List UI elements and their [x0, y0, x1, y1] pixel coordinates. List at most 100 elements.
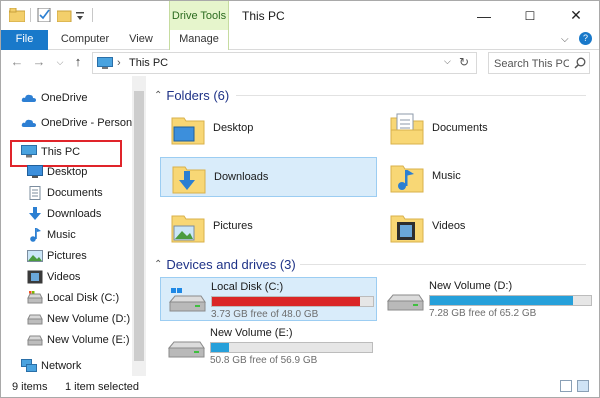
nav-item-new-volume-d[interactable]: New Volume (D:) — [27, 309, 130, 329]
collapse-chevron-icon[interactable]: ⌃ — [154, 259, 162, 270]
up-button[interactable]: ↑ — [71, 55, 85, 69]
drive-free-space: 7.28 GB free of 65.2 GB — [429, 308, 537, 319]
search-input[interactable] — [494, 56, 569, 71]
cloud-icon — [21, 94, 36, 102]
nav-item-videos[interactable]: Videos — [27, 267, 80, 287]
nav-item-label: OneDrive - Personal — [41, 117, 141, 129]
pictures-icon — [27, 250, 43, 262]
nav-scrollbar[interactable] — [132, 76, 146, 376]
folder-label: Downloads — [214, 171, 269, 183]
desktop-folder-icon — [171, 117, 205, 145]
breadcrumb-location[interactable]: This PC — [129, 57, 168, 69]
nav-item-label: Videos — [47, 271, 81, 283]
drive-icon — [386, 294, 424, 311]
search-box[interactable] — [488, 52, 590, 74]
drive-new-volume-d[interactable]: New Volume (D:) 7.28 GB free of 65.2 GB — [379, 277, 596, 321]
folder-videos[interactable]: Videos — [379, 207, 596, 247]
drive-local-disk-c[interactable]: Local Disk (C:) 3.73 GB free of 48.0 GB — [160, 277, 377, 321]
nav-item-new-volume-e[interactable]: New Volume (E:) — [27, 330, 130, 350]
folder-desktop[interactable]: Desktop — [160, 109, 377, 149]
nav-item-this-pc[interactable]: This PC — [21, 142, 80, 162]
window-title: This PC — [242, 9, 285, 23]
drive-label: Local Disk (C:) — [211, 281, 284, 293]
drive-free-space: 3.73 GB free of 48.0 GB — [211, 309, 319, 320]
nav-item-desktop[interactable]: Desktop — [27, 162, 87, 182]
nav-item-label: OneDrive — [41, 92, 88, 104]
back-button[interactable]: ← — [10, 55, 24, 69]
explorer-icon — [9, 8, 25, 22]
tab-computer[interactable]: Computer — [55, 30, 115, 50]
drive-usage-fill — [212, 297, 361, 306]
drive-usage-bar — [210, 342, 373, 353]
folder-pictures[interactable]: Pictures — [160, 207, 377, 247]
computer-icon — [97, 57, 113, 69]
drive-icon — [168, 288, 206, 312]
computer-icon — [21, 145, 37, 158]
folder-label: Videos — [432, 220, 466, 232]
drive-new-volume-e[interactable]: New Volume (E:) 50.8 GB free of 56.9 GB — [160, 324, 377, 368]
refresh-icon[interactable]: ↻ — [459, 55, 469, 69]
drive-icon — [27, 314, 43, 325]
large-icons-view-icon[interactable] — [577, 380, 589, 392]
folder-label: Documents — [432, 122, 488, 134]
drive-usage-bar — [211, 296, 374, 307]
nav-item-label: New Volume (D:) — [47, 313, 131, 325]
title-bar: Drive Tools This PC — ☐ ✕ — [1, 1, 599, 30]
explorer-window: Drive Tools This PC — ☐ ✕ File Computer … — [0, 0, 600, 398]
drive-icon — [27, 291, 43, 304]
maximize-icon: ☐ — [524, 8, 536, 23]
tab-view[interactable]: View — [119, 30, 163, 50]
documents-icon — [29, 186, 41, 200]
nav-item-music[interactable]: Music — [27, 225, 76, 245]
group-divider — [300, 264, 586, 265]
customize-toolbar-icon[interactable] — [75, 9, 85, 23]
selection-count: 1 item selected — [65, 381, 139, 393]
drive-icon — [27, 335, 43, 346]
drive-usage-bar — [429, 295, 592, 306]
drive-tools-context: Drive Tools — [169, 1, 229, 30]
navigation-bar: ← → ⌵ ↑ › This PC ⌵ ↻ — [1, 50, 599, 76]
nav-item-onedrive-personal[interactable]: OneDrive - Personal — [21, 113, 141, 133]
folder-documents[interactable]: Documents — [379, 109, 596, 149]
nav-item-network[interactable]: Network — [21, 356, 81, 376]
drive-free-space: 50.8 GB free of 56.9 GB — [210, 355, 318, 366]
drive-label: New Volume (D:) — [429, 280, 513, 292]
search-icon[interactable] — [574, 57, 586, 69]
collapse-chevron-icon[interactable]: ⌃ — [154, 90, 162, 101]
drives-group-header[interactable]: ⌃ Devices and drives (3) — [154, 254, 296, 274]
nav-item-local-disk-c[interactable]: Local Disk (C:) — [27, 288, 119, 308]
details-view-icon[interactable] — [560, 380, 572, 392]
navigation-pane: OneDrive OneDrive - Personal This PC Des… — [1, 76, 146, 376]
tab-file[interactable]: File — [1, 30, 48, 50]
nav-item-documents[interactable]: Documents — [27, 183, 103, 203]
downloads-icon — [29, 207, 41, 220]
nav-item-label: Desktop — [47, 166, 88, 178]
address-bar[interactable]: › This PC ⌵ ↻ — [92, 52, 477, 74]
folder-downloads[interactable]: Downloads — [160, 157, 377, 197]
recent-locations-button[interactable]: ⌵ — [53, 55, 67, 69]
nav-item-downloads[interactable]: Downloads — [27, 204, 101, 224]
folders-group-header[interactable]: ⌃ Folders (6) — [154, 85, 229, 105]
folder-music[interactable]: Music — [379, 157, 596, 197]
address-dropdown-icon[interactable]: ⌵ — [444, 56, 451, 67]
maximize-button[interactable]: ☐ — [507, 1, 553, 30]
context-tab-label: Drive Tools — [171, 10, 227, 22]
nav-scrollbar-thumb[interactable] — [134, 91, 144, 361]
nav-item-pictures[interactable]: Pictures — [27, 246, 87, 266]
close-button[interactable]: ✕ — [553, 1, 599, 30]
ribbon-tabs: File Computer View Manage ⌵ ? — [1, 30, 599, 51]
breadcrumb-chevron[interactable]: › — [117, 57, 121, 69]
nav-item-label: Documents — [47, 187, 103, 199]
forward-button[interactable]: → — [32, 55, 46, 69]
tab-manage[interactable]: Manage — [169, 30, 229, 51]
group-divider — [236, 95, 586, 96]
expand-ribbon-icon[interactable]: ⌵ — [561, 34, 569, 45]
close-icon: ✕ — [570, 7, 582, 23]
nav-item-onedrive[interactable]: OneDrive — [21, 88, 87, 108]
drives-header-label: Devices and drives (3) — [166, 256, 296, 272]
help-icon[interactable]: ? — [579, 32, 592, 45]
minimize-button[interactable]: — — [461, 1, 507, 30]
properties-icon[interactable] — [37, 8, 53, 22]
drive-icon — [167, 341, 205, 358]
new-folder-icon[interactable] — [57, 8, 73, 22]
